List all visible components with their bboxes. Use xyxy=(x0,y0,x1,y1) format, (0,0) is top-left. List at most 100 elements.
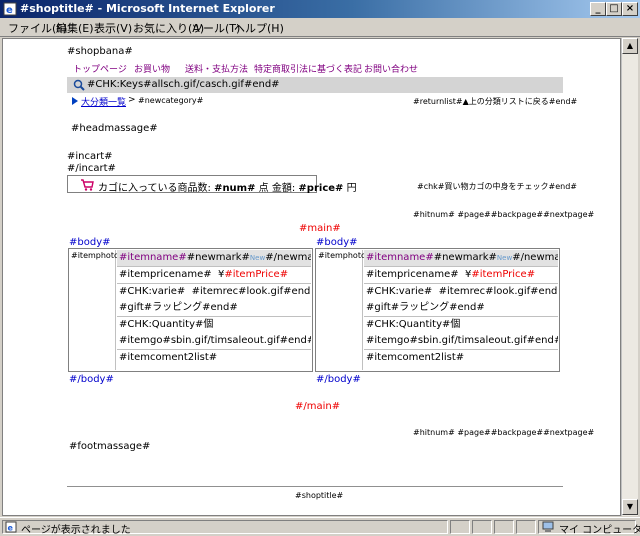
item-quantity[interactable]: #CHK:Quantity#個 xyxy=(366,319,460,330)
item-go[interactable]: #itemgo#sbin.gif/timsaleout.gif#end# xyxy=(366,335,558,346)
item-price-name: #itempricename# xyxy=(119,269,212,280)
item-card: #itemphoto# #itemname##newmark#New#/newm… xyxy=(315,248,560,372)
item-comment-row: #itemcoment2list# xyxy=(117,350,311,371)
menu-view[interactable]: 表示(V) xyxy=(94,20,132,36)
item-price-row: #itempricename# ¥#itemPrice# xyxy=(117,267,311,284)
svg-text:e: e xyxy=(6,5,13,16)
main-close-tag: #/main# xyxy=(295,401,341,412)
headmassage: #headmassage# xyxy=(71,123,158,134)
triangle-right-icon xyxy=(72,97,78,105)
item-name[interactable]: #itemname# xyxy=(119,252,187,263)
item-varie[interactable]: #CHK:varie# xyxy=(366,286,432,297)
cart-total-label: 金額: xyxy=(271,183,296,194)
item-price: #itemPrice# xyxy=(224,269,289,280)
ie-page-icon: e xyxy=(3,2,17,16)
nav-shopping[interactable]: お買い物 xyxy=(134,62,170,75)
breadcrumb-category: #newcategory# xyxy=(138,96,204,105)
item-name[interactable]: #itemname# xyxy=(366,252,434,263)
status-text: ページが表示されました xyxy=(21,525,131,536)
item-go[interactable]: #itemgo#sbin.gif/timsaleout.gif#end# xyxy=(119,335,311,346)
item-name-row: #itemname##newmark#New#/newmark# xyxy=(117,250,311,267)
page-viewport: #shopbana# トップページ お買い物 送料・支払方法 特定商取引法に基づ… xyxy=(2,38,621,516)
status-panel-b xyxy=(472,520,492,534)
new-badge: New xyxy=(249,254,266,262)
new-badge: New xyxy=(496,254,513,262)
menu-edit[interactable]: 編集(E) xyxy=(56,20,94,36)
item-photo[interactable]: #itemphoto# xyxy=(317,250,373,370)
scroll-up-button[interactable]: ▲ xyxy=(622,38,638,54)
footmassage: #footmassage# xyxy=(69,441,151,452)
status-panel-a xyxy=(450,520,470,534)
item-quantity-row: #CHK:Quantity#個 #itemgo#sbin.gif/timsale… xyxy=(364,317,558,350)
item-photo[interactable]: #itemphoto# xyxy=(70,250,126,370)
minimize-button[interactable]: _ xyxy=(590,2,606,16)
my-computer-icon xyxy=(542,521,554,532)
footer-shoptitle: #shoptitle# xyxy=(295,491,344,500)
nav-shipping[interactable]: 送料・支払方法 xyxy=(185,62,248,75)
body-open-tag-left: #body# xyxy=(69,237,111,248)
scroll-down-button[interactable]: ▼ xyxy=(622,499,638,515)
item-comment: #itemcoment2list# xyxy=(366,352,465,363)
search-keys-text: #CHK:Keys#allsch.gif/casch.gif#end# xyxy=(87,79,280,90)
return-list-link[interactable]: #returnlist#▲上の分類リストに戻る#end# xyxy=(413,96,577,107)
item-quantity[interactable]: #CHK:Quantity#個 xyxy=(119,319,213,330)
status-panel-main: e ページが表示されました xyxy=(2,520,448,536)
search-bar: #CHK:Keys#allsch.gif/casch.gif#end# xyxy=(67,77,563,93)
cart-summary-box: カゴに入っている商品数: #num# 点 金額: #price# 円 xyxy=(67,175,357,194)
item-card: #itemphoto# #itemname##newmark#New#/newm… xyxy=(68,248,313,372)
item-comment-row: #itemcoment2list# xyxy=(364,350,558,371)
menu-bar: ファイル(F) 編集(E) 表示(V) お気に入り(A) ツール(T) ヘルプ(… xyxy=(0,18,640,37)
incart-open: #incart# xyxy=(67,151,113,162)
vertical-scrollbar[interactable]: ▲ ▼ xyxy=(621,38,638,516)
item-name-row: #itemname##newmark#New#/newmark# xyxy=(364,250,558,267)
breadcrumb-separator: > xyxy=(128,95,136,105)
item-varie[interactable]: #CHK:varie# xyxy=(119,286,185,297)
cart-total-unit: 円 xyxy=(346,183,357,194)
title-bar: e #shoptitle# - Microsoft Internet Explo… xyxy=(0,0,640,18)
cart-icon xyxy=(81,179,94,191)
incart-close: #/incart# xyxy=(67,163,116,174)
window-title: #shoptitle# - Microsoft Internet Explore… xyxy=(20,2,275,15)
maximize-button[interactable]: □ xyxy=(606,2,622,16)
check-cart-link[interactable]: #chk#買い物カゴの中身をチェック#end# xyxy=(417,181,577,192)
cart-count-label: カゴに入っている商品数: xyxy=(98,183,211,194)
breadcrumb-link[interactable]: 大分類一覧 xyxy=(81,95,126,108)
menu-help[interactable]: ヘルプ(H) xyxy=(234,20,284,36)
item-newmark-end: #/newmark# xyxy=(512,252,558,263)
item-variant-row: #CHK:varie# #itemrec#look.gif#end# #gift… xyxy=(364,284,558,317)
footer-divider xyxy=(67,486,563,487)
nav-legal[interactable]: 特定商取引法に基づく表記 xyxy=(254,62,362,75)
pager-bottom: #hitnum# #page##backpage##nextpage# xyxy=(413,428,595,437)
item-price-name: #itempricename# xyxy=(366,269,459,280)
item-price: #itemPrice# xyxy=(471,269,536,280)
item-rec[interactable]: #itemrec#look.gif#end# xyxy=(192,286,311,297)
body-close-tag-left: #/body# xyxy=(69,374,114,385)
item-gift[interactable]: #gift#ラッピング#end# xyxy=(366,302,485,313)
main-open-tag: #main# xyxy=(299,223,341,234)
item-price-row: #itempricename# ¥#itemPrice# xyxy=(364,267,558,284)
close-button[interactable]: × xyxy=(622,2,638,16)
item-newmark: #newmark# xyxy=(186,252,250,263)
cart-total-value: #price# xyxy=(298,183,344,194)
item-gift[interactable]: #gift#ラッピング#end# xyxy=(119,302,238,313)
cart-count-unit: 点 xyxy=(258,183,269,194)
status-panel-zone: マイ コンピュータ xyxy=(538,520,640,536)
item-comment: #itemcoment2list# xyxy=(119,352,218,363)
search-icon[interactable] xyxy=(73,79,85,91)
status-panel-d xyxy=(516,520,536,534)
cart-count-value: #num# xyxy=(214,183,256,194)
shopbana: #shopbana# xyxy=(67,46,133,57)
pager-top: #hitnum# #page##backpage##nextpage# xyxy=(413,210,595,219)
nav-contact[interactable]: お問い合わせ xyxy=(364,62,418,75)
item-quantity-row: #CHK:Quantity#個 #itemgo#sbin.gif/timsale… xyxy=(117,317,311,350)
item-newmark-end: #/newmark# xyxy=(265,252,311,263)
body-close-tag-right: #/body# xyxy=(316,374,361,385)
page-done-icon: e xyxy=(5,521,17,533)
zone-text: マイ コンピュータ xyxy=(559,525,640,536)
item-variant-row: #CHK:varie# #itemrec#look.gif#end# #gift… xyxy=(117,284,311,317)
status-panel-c xyxy=(494,520,514,534)
nav-top[interactable]: トップページ xyxy=(73,62,127,75)
item-rec[interactable]: #itemrec#look.gif#end# xyxy=(439,286,558,297)
item-newmark: #newmark# xyxy=(433,252,497,263)
status-bar: e ページが表示されました マイ コンピュータ xyxy=(0,517,640,536)
